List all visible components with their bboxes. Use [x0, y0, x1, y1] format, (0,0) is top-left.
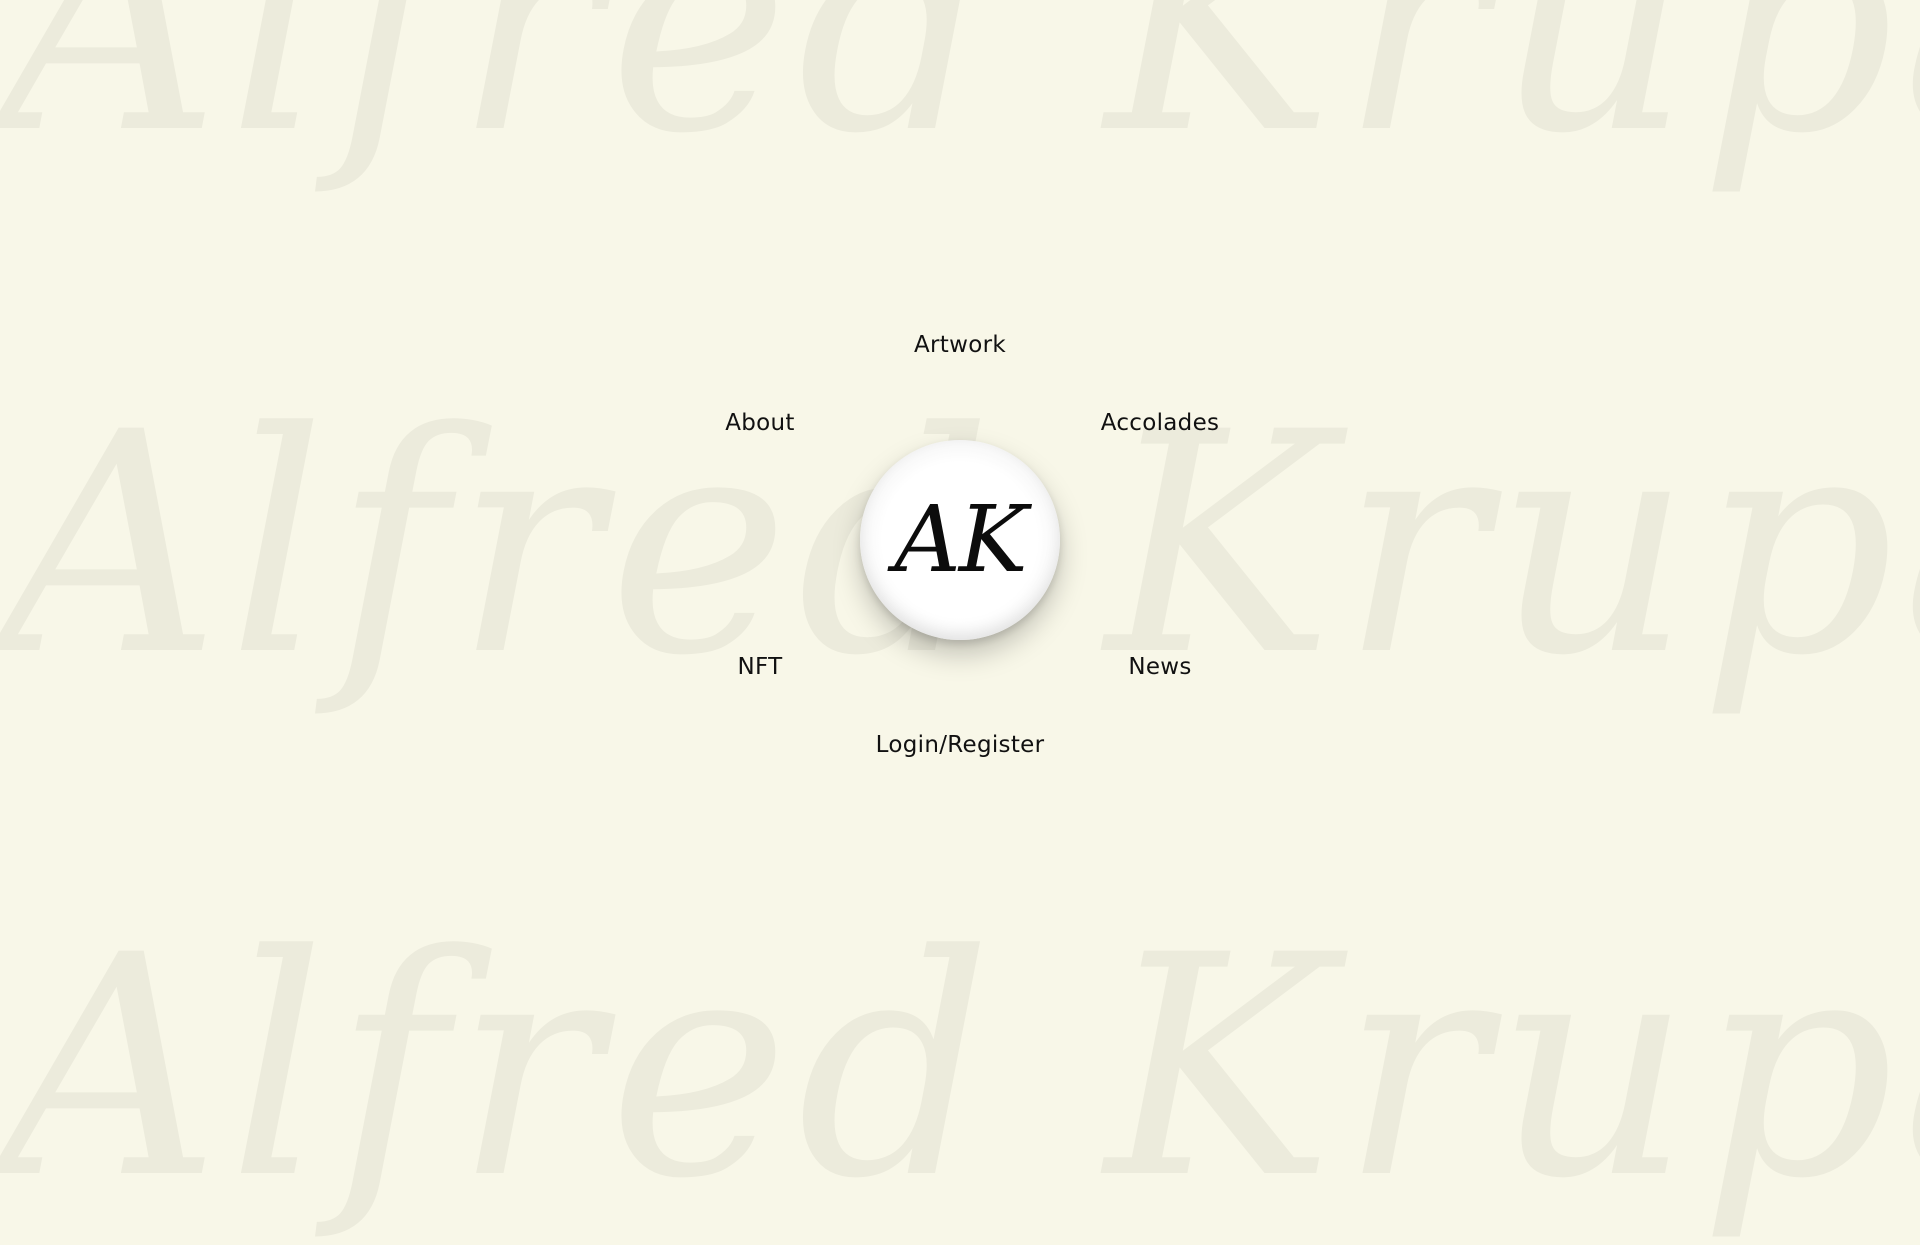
nav-link-artwork[interactable]: Artwork	[914, 332, 1006, 358]
logo-monogram: AK	[894, 486, 1027, 593]
nav-link-accolades[interactable]: Accolades	[1101, 410, 1220, 436]
nav-link-news[interactable]: News	[1128, 654, 1191, 680]
nav-link-about[interactable]: About	[725, 410, 795, 436]
nav-link-nft[interactable]: NFT	[738, 654, 783, 680]
watermark-text-top: Alfred Krupa	[0, 0, 1920, 200]
watermark-text-bottom: Alfred Krupa	[0, 890, 1920, 1245]
logo-button[interactable]: AK	[860, 440, 1060, 640]
nav-link-login-register[interactable]: Login/Register	[876, 732, 1045, 758]
